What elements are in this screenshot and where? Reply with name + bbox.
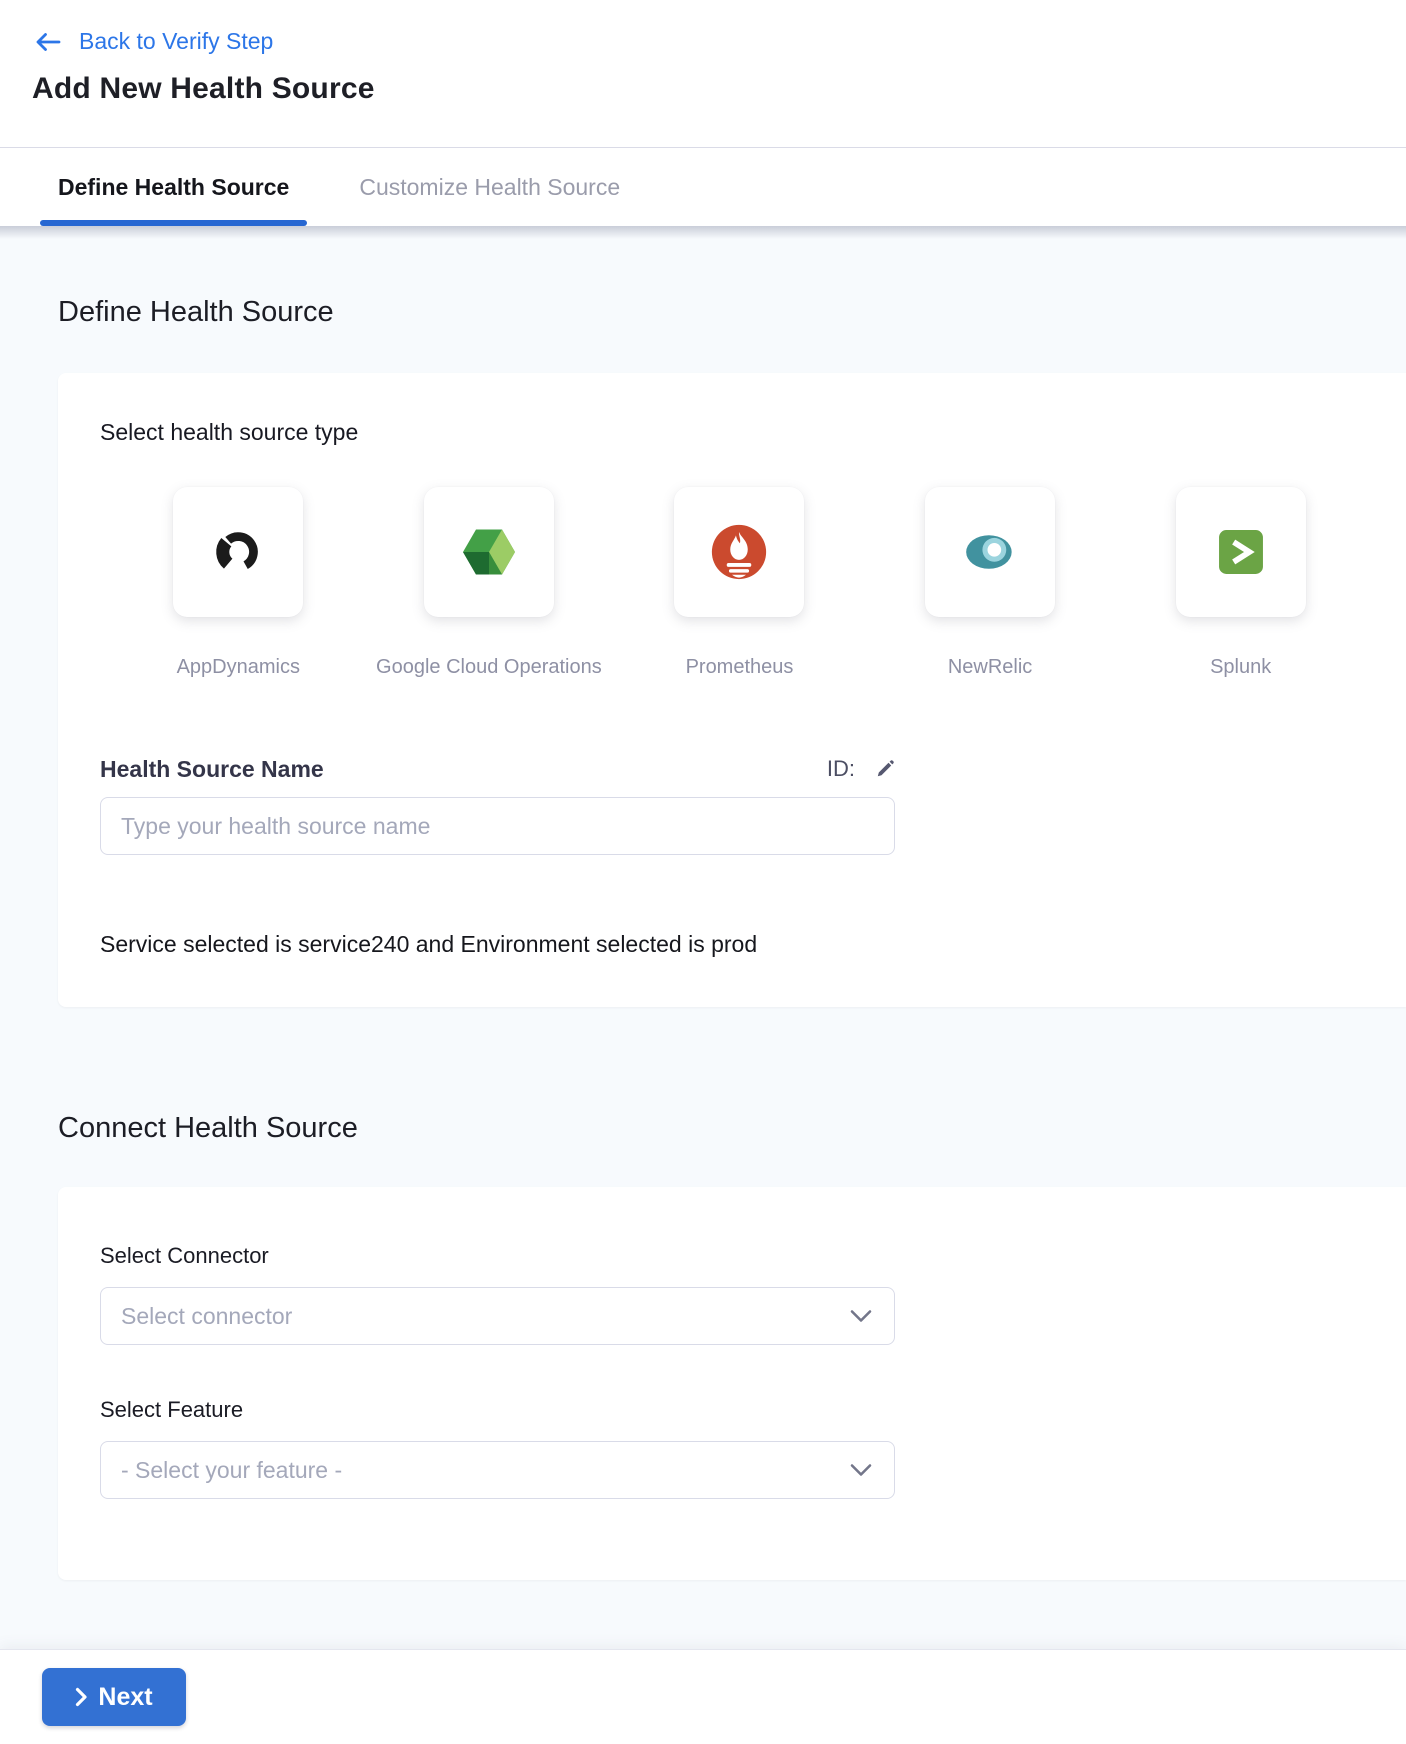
id-group: ID: (827, 755, 895, 783)
health-source-name-input[interactable] (100, 797, 895, 855)
connect-section-heading: Connect Health Source (58, 1112, 1406, 1145)
tab-bar: Define Health Source Customize Health So… (0, 148, 1406, 226)
tab-label: Customize Health Source (359, 174, 620, 201)
source-type-splunk[interactable]: Splunk (1115, 487, 1366, 679)
page-header: Back to Verify Step Add New Health Sourc… (0, 0, 1406, 148)
page-title: Add New Health Source (32, 72, 1406, 106)
newrelic-icon (964, 530, 1016, 574)
feature-select[interactable]: - Select your feature - (100, 1441, 895, 1499)
health-source-name-row: Health Source Name ID: (100, 755, 895, 783)
define-section-heading: Define Health Source (58, 296, 1406, 329)
tabbar-shadow (0, 226, 1406, 239)
source-type-label: Splunk (1210, 655, 1271, 679)
tab-customize-health-source[interactable]: Customize Health Source (341, 148, 638, 226)
google-cloud-operations-tile[interactable] (424, 487, 554, 617)
chevron-down-icon (850, 1310, 872, 1323)
tab-define-health-source[interactable]: Define Health Source (40, 148, 307, 226)
source-type-label: Prometheus (686, 655, 794, 679)
footer-bar: Next (0, 1650, 1406, 1744)
source-type-label: NewRelic (948, 655, 1032, 679)
connector-select[interactable]: Select connector (100, 1287, 895, 1345)
appdynamics-icon (214, 528, 262, 576)
chevron-down-icon (850, 1464, 872, 1477)
prometheus-tile[interactable] (674, 487, 804, 617)
prometheus-icon (711, 524, 767, 580)
source-type-newrelic[interactable]: NewRelic (865, 487, 1116, 679)
source-type-appdynamics[interactable]: AppDynamics (113, 487, 364, 679)
splunk-tile[interactable] (1176, 487, 1306, 617)
select-type-label: Select health source type (100, 419, 1366, 445)
splunk-icon (1218, 529, 1264, 575)
newrelic-tile[interactable] (925, 487, 1055, 617)
chevron-right-icon (75, 1687, 88, 1707)
source-type-prometheus[interactable]: Prometheus (614, 487, 865, 679)
edit-id-pencil-icon[interactable] (875, 759, 895, 779)
select-feature-label: Select Feature (100, 1397, 1366, 1423)
back-link[interactable]: Back to Verify Step (0, 0, 273, 55)
service-environment-note: Service selected is service240 and Envir… (100, 931, 1366, 957)
active-tab-underline (40, 220, 307, 226)
health-source-name-label: Health Source Name (100, 755, 324, 783)
select-connector-label: Select Connector (100, 1243, 1366, 1269)
back-arrow-icon (34, 32, 61, 52)
source-type-label: AppDynamics (177, 655, 300, 679)
connector-select-placeholder: Select connector (121, 1303, 292, 1330)
back-link-label: Back to Verify Step (79, 28, 273, 55)
tab-label: Define Health Source (58, 174, 289, 201)
next-button[interactable]: Next (42, 1668, 186, 1726)
id-label: ID: (827, 755, 855, 783)
source-type-label: Google Cloud Operations (376, 655, 602, 679)
google-cloud-operations-icon (463, 526, 515, 578)
next-button-label: Next (98, 1683, 152, 1712)
source-type-google-cloud-operations[interactable]: Google Cloud Operations (364, 487, 615, 679)
connect-health-source-card: Select Connector Select connector Select… (58, 1187, 1406, 1580)
source-type-grid: AppDynamics Google Cloud Operations (113, 487, 1366, 679)
feature-select-placeholder: - Select your feature - (121, 1457, 342, 1484)
define-health-source-card: Select health source type AppDynamics (58, 373, 1406, 1007)
appdynamics-tile[interactable] (173, 487, 303, 617)
